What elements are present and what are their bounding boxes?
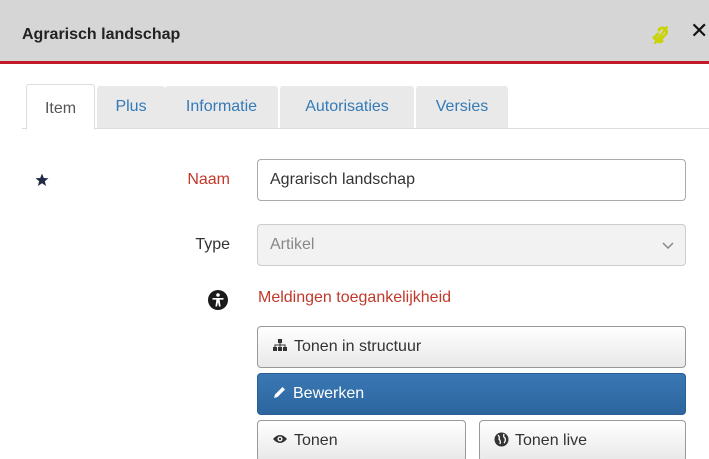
naam-label: Naam xyxy=(187,171,230,188)
show-label: Tonen xyxy=(294,432,338,449)
close-icon[interactable]: ✕ xyxy=(690,20,708,42)
show-in-structure-label: Tonen in structuur xyxy=(294,338,422,355)
window-title: Agrarisch landschap xyxy=(22,26,181,43)
tab-autorisaties[interactable]: Autorisaties xyxy=(280,86,414,128)
chevron-down-icon xyxy=(662,242,674,250)
globe-icon xyxy=(494,432,509,447)
type-select[interactable]: Artikel xyxy=(257,224,686,266)
tab-versies[interactable]: Versies xyxy=(416,86,508,128)
show-live-label: Tonen live xyxy=(515,432,588,449)
type-label: Type xyxy=(195,236,230,253)
tab-plus[interactable]: Plus xyxy=(97,86,165,128)
accessibility-reports-link[interactable]: Meldingen toegankelijkheid xyxy=(258,289,451,307)
show-live-button[interactable]: Tonen live xyxy=(479,420,686,459)
tab-item[interactable]: Item xyxy=(26,84,95,130)
edit-label: Bewerken xyxy=(293,385,365,402)
window-titlebar: Agrarisch landschap ✕ xyxy=(0,0,709,64)
naam-input[interactable] xyxy=(257,159,686,201)
pencil-icon xyxy=(274,386,285,398)
accessibility-icon xyxy=(208,290,228,310)
unlink-icon[interactable] xyxy=(650,24,672,46)
show-in-structure-button[interactable]: Tonen in structuur xyxy=(257,326,686,368)
type-select-value: Artikel xyxy=(270,236,315,253)
star-icon xyxy=(35,173,49,186)
edit-button[interactable]: Bewerken xyxy=(257,373,686,415)
tab-informatie[interactable]: Informatie xyxy=(165,86,278,128)
eye-icon xyxy=(273,435,287,444)
show-button[interactable]: Tonen xyxy=(257,420,466,459)
sitemap-icon xyxy=(273,339,287,352)
tab-bar: Item Plus Informatie Autorisaties Versie… xyxy=(22,84,709,130)
